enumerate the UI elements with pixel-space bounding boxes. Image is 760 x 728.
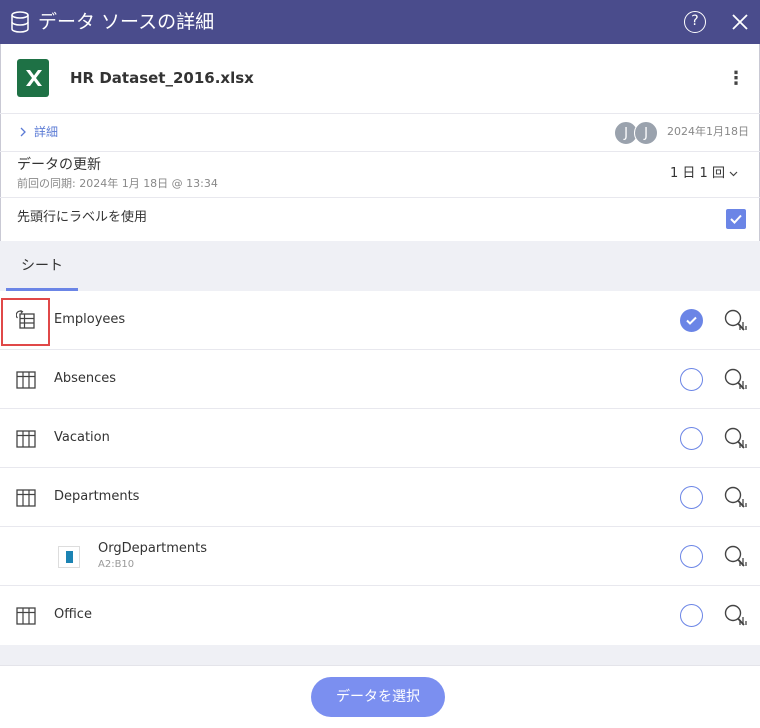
check-icon xyxy=(730,214,742,224)
sheet-name: Vacation xyxy=(54,430,110,445)
sheet-table-icon xyxy=(16,489,36,507)
tab-sheets[interactable]: シート xyxy=(21,257,63,275)
highlight-box xyxy=(1,298,50,346)
explore-data-icon[interactable] xyxy=(723,368,749,392)
sheet-row-orgdepartments[interactable]: OrgDepartments A2:B10 xyxy=(0,527,760,586)
sheet-name: Employees xyxy=(54,312,126,327)
sheet-radio[interactable] xyxy=(680,545,703,568)
help-icon[interactable]: ? xyxy=(684,11,706,33)
more-options-icon[interactable]: ⋮ xyxy=(727,68,745,90)
details-link[interactable]: 詳細 xyxy=(34,124,58,140)
explore-data-icon[interactable] xyxy=(723,545,749,569)
sheet-name: Departments xyxy=(54,489,140,504)
title-bar: データ ソースの詳細 ? xyxy=(0,0,760,44)
first-row-label-checkbox[interactable] xyxy=(726,209,746,229)
named-range-icon xyxy=(58,546,80,568)
explore-data-icon[interactable] xyxy=(723,427,749,451)
sheet-table-icon xyxy=(16,430,36,448)
window-title: データ ソースの詳細 xyxy=(38,11,215,33)
sheet-name: Office xyxy=(54,607,92,622)
sheet-radio[interactable] xyxy=(680,604,703,627)
chevron-down-icon[interactable] xyxy=(729,170,738,178)
explore-data-icon[interactable] xyxy=(723,486,749,510)
modified-date: 2024年1月18日 xyxy=(667,125,749,138)
database-icon xyxy=(11,11,29,33)
sheet-row-office[interactable]: Office xyxy=(0,586,760,645)
sheet-name: Absences xyxy=(54,371,117,386)
range-address: A2:B10 xyxy=(98,559,135,570)
sheet-row-employees[interactable]: Employees xyxy=(0,291,760,350)
sheet-row-vacation[interactable]: Vacation xyxy=(0,409,760,468)
sheet-radio-selected[interactable] xyxy=(680,309,703,332)
sheet-radio[interactable] xyxy=(680,486,703,509)
file-name: HR Dataset_2016.xlsx xyxy=(70,69,254,87)
chevron-right-icon[interactable] xyxy=(18,126,28,138)
check-icon xyxy=(686,316,697,325)
refresh-frequency-dropdown[interactable]: 1 日 1 回 xyxy=(670,164,725,184)
last-sync-text: 前回の同期: 2024年 1月 18日 @ 13:34 xyxy=(17,177,218,190)
select-data-button[interactable]: データを選択 xyxy=(311,677,445,717)
sheet-radio[interactable] xyxy=(680,368,703,391)
excel-file-icon xyxy=(17,59,49,97)
range-name: OrgDepartments xyxy=(98,541,208,556)
sheet-radio[interactable] xyxy=(680,427,703,450)
avatar: J xyxy=(634,121,658,145)
refresh-title: データの更新 xyxy=(17,157,101,173)
close-icon[interactable] xyxy=(729,11,751,33)
sheet-row-departments[interactable]: Departments xyxy=(0,468,760,527)
tab-bar xyxy=(0,241,760,291)
footer-spacer xyxy=(0,645,760,665)
sheet-table-icon xyxy=(16,607,36,625)
first-row-label-text: 先頭行にラベルを使用 xyxy=(17,210,148,225)
explore-data-icon[interactable] xyxy=(723,604,749,628)
sheet-row-absences[interactable]: Absences xyxy=(0,350,760,409)
sheet-table-icon xyxy=(16,371,36,389)
explore-data-icon[interactable] xyxy=(723,309,749,333)
